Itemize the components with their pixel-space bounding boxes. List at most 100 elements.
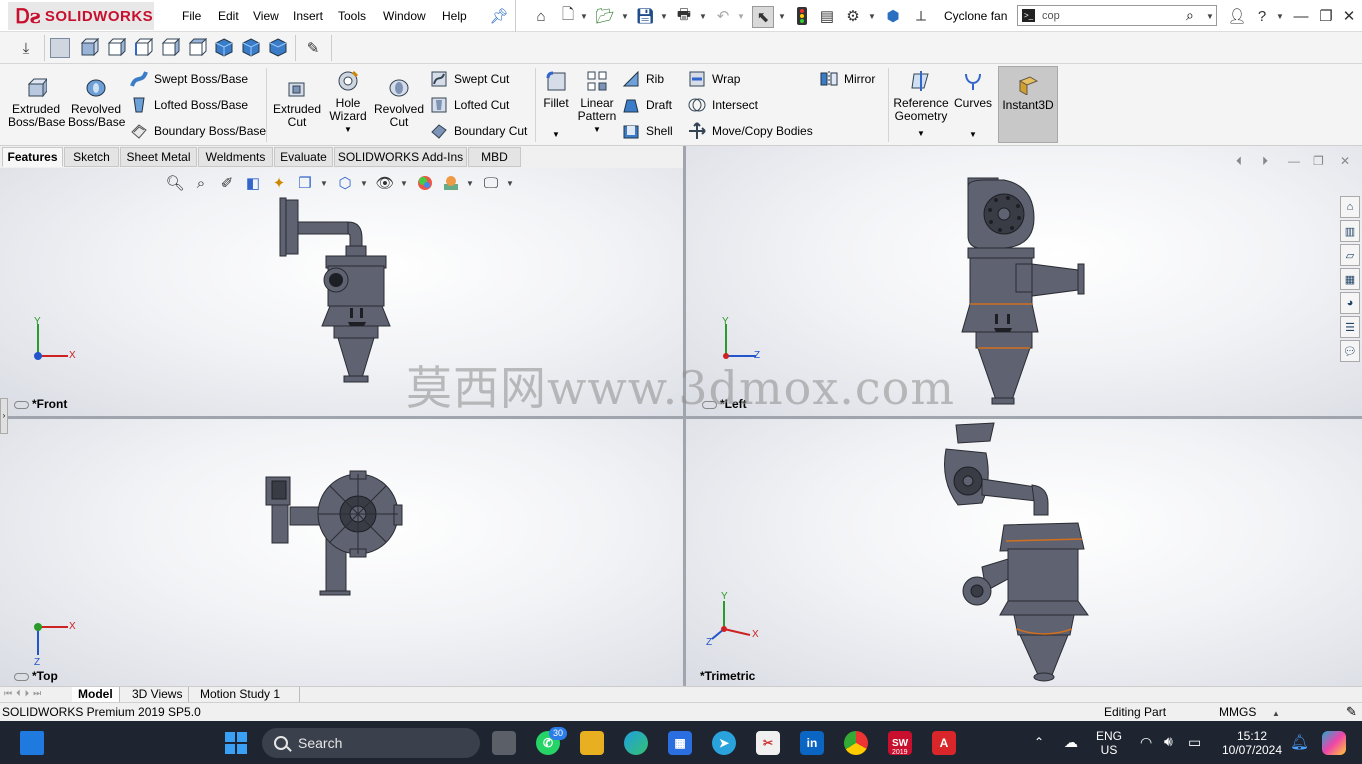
file-properties-icon[interactable]: ▤	[818, 7, 836, 25]
right-view-icon[interactable]	[160, 38, 180, 58]
chevron-down-icon[interactable]: ▼	[660, 12, 668, 21]
rebuild-traffic-light-icon[interactable]	[793, 7, 811, 25]
linear-pattern-button[interactable]: Linear Pattern ▼	[576, 70, 618, 136]
file-explorer-icon[interactable]: ▱	[1340, 244, 1360, 266]
top-view-icon[interactable]	[187, 38, 207, 58]
viewport-close-icon[interactable]: ✕	[1340, 154, 1350, 168]
chevron-down-icon[interactable]: ▼	[576, 123, 618, 136]
reference-geometry-button[interactable]: Reference Geometry ▼	[892, 70, 950, 140]
extruded-boss-button[interactable]: Extruded Boss/Base	[8, 76, 65, 129]
back-view-icon[interactable]	[106, 38, 126, 58]
edit-appearance-icon[interactable]	[416, 174, 434, 192]
swept-boss-button[interactable]: Swept Boss/Base	[130, 70, 248, 88]
chevron-down-icon[interactable]: ▼	[320, 179, 328, 188]
mirror-button[interactable]: Mirror	[820, 70, 875, 88]
shell-button[interactable]: Shell	[622, 122, 673, 140]
tab-scroll-arrows-icon[interactable]: ⏮⏴⏵⏭	[4, 688, 45, 699]
volume-icon[interactable]: 🔊︎	[1164, 733, 1173, 750]
bottom-view-icon[interactable]	[214, 38, 234, 58]
chevron-down-icon[interactable]: ▼	[400, 179, 408, 188]
clock[interactable]: 15:12 10/07/2024	[1218, 729, 1286, 757]
chevron-down-icon[interactable]: ▼	[1206, 12, 1214, 21]
user-icon[interactable]: 👤︎	[1227, 7, 1246, 25]
3d-cube-icon[interactable]: ⬢	[884, 7, 902, 25]
telegram-icon[interactable]: ➤	[712, 731, 736, 755]
customize-status-icon[interactable]: ✎	[1346, 704, 1357, 720]
chevron-down-icon[interactable]: ▼	[360, 179, 368, 188]
display-style-icon[interactable]: ⬡	[336, 174, 354, 192]
menu-edit[interactable]: Edit	[218, 9, 239, 23]
hide-show-items-icon[interactable]: 👁︎	[375, 174, 394, 192]
link-views-icon[interactable]	[14, 400, 29, 409]
standard-view-cube-icon[interactable]	[50, 38, 70, 58]
wifi-icon[interactable]: ◠	[1140, 734, 1152, 751]
swept-cut-button[interactable]: Swept Cut	[430, 70, 509, 88]
feature-manager-expand-handle[interactable]: ›	[0, 398, 8, 434]
tab-evaluate[interactable]: Evaluate	[274, 147, 333, 167]
select-pointer-icon[interactable]: ⬉	[752, 6, 774, 28]
link-views-icon[interactable]	[14, 672, 29, 681]
tab-model[interactable]: Model	[72, 687, 120, 702]
home-icon[interactable]: ⌂	[532, 7, 550, 25]
tab-features[interactable]: Features	[2, 147, 63, 167]
custom-properties-icon[interactable]: ☰	[1340, 316, 1360, 338]
print-icon[interactable]: 🖶︎	[675, 6, 693, 25]
chevron-down-icon[interactable]: ▼	[506, 179, 514, 188]
help-icon[interactable]: ?	[1253, 7, 1271, 25]
start-windows-icon[interactable]	[224, 731, 248, 755]
move-copy-bodies-button[interactable]: Move/Copy Bodies	[688, 122, 813, 140]
solidworks-logo[interactable]: Ꭰƨ SOLIDWORKS	[8, 2, 154, 30]
instant3d-button[interactable]: Instant3D	[998, 66, 1058, 143]
forum-icon[interactable]: 💬︎	[1340, 340, 1360, 362]
battery-icon[interactable]: ▭	[1188, 734, 1201, 751]
solidworks-resources-icon[interactable]: ⌂	[1340, 196, 1360, 218]
language-indicator[interactable]: ENG US	[1096, 729, 1122, 757]
search-input[interactable]	[1042, 8, 1192, 23]
previous-view-icon[interactable]: ✐	[218, 174, 236, 192]
save-icon[interactable]: 💾︎	[635, 7, 654, 25]
undo-icon[interactable]: ↶	[714, 7, 732, 25]
search-icon[interactable]: ⌕	[1186, 7, 1194, 24]
minimize-icon[interactable]: —	[1292, 7, 1310, 25]
chevron-down-icon[interactable]: ▼	[737, 12, 745, 21]
viewport-restore-icon[interactable]: ❐	[1313, 154, 1324, 168]
chevron-up-icon[interactable]: ▲	[1272, 709, 1280, 718]
tab-weldments[interactable]: Weldments	[198, 147, 273, 167]
pin-icon[interactable]: 📌︎	[489, 7, 508, 25]
intersect-button[interactable]: Intersect	[688, 96, 758, 114]
lofted-cut-button[interactable]: Lofted Cut	[430, 96, 509, 114]
view-palette-icon[interactable]: ▦	[1340, 268, 1360, 290]
menu-tools[interactable]: Tools	[338, 9, 366, 23]
tab-sheet-metal[interactable]: Sheet Metal	[120, 147, 197, 167]
chevron-up-icon[interactable]: ⌃	[1034, 735, 1044, 749]
new-document-icon[interactable]: 🗋︎	[559, 6, 577, 25]
autocad-icon[interactable]: A	[932, 731, 956, 755]
viewport-top[interactable]: X Z *Top	[0, 419, 683, 686]
restore-icon[interactable]: ❐	[1317, 7, 1335, 25]
draft-button[interactable]: Draft	[622, 96, 672, 114]
chevron-down-icon[interactable]: ▼	[892, 127, 950, 140]
measure-icon[interactable]: ⟂	[912, 7, 930, 25]
lofted-boss-button[interactable]: Lofted Boss/Base	[130, 96, 248, 114]
chevron-down-icon[interactable]: ▼	[621, 12, 629, 21]
open-folder-icon[interactable]: 📂︎	[595, 7, 614, 25]
left-view-icon[interactable]	[133, 38, 153, 58]
design-library-icon[interactable]: ▥	[1340, 220, 1360, 242]
menu-window[interactable]: Window	[383, 9, 426, 23]
view-orientation-icon[interactable]: ❒	[296, 174, 314, 192]
file-explorer-icon[interactable]	[580, 731, 604, 755]
zoom-to-area-icon[interactable]: ⌕	[192, 174, 210, 192]
chevron-down-icon[interactable]: ▼	[324, 123, 372, 136]
zoom-to-fit-icon[interactable]: 🔍︎	[165, 174, 184, 192]
viewport-trimetric[interactable]: Y X Z *Trimetric	[686, 419, 1362, 686]
edge-browser-icon[interactable]	[624, 731, 648, 755]
chevron-down-icon[interactable]: ▼	[466, 179, 474, 188]
chrome-icon[interactable]	[844, 731, 868, 755]
viewport-nav-left-icon[interactable]: ⏴	[1236, 154, 1242, 169]
widgets-icon[interactable]	[20, 731, 44, 755]
snipping-tool-icon[interactable]: ✂	[756, 731, 780, 755]
network-cloud-icon[interactable]: ☁	[1064, 734, 1078, 751]
boundary-boss-button[interactable]: Boundary Boss/Base	[130, 122, 266, 140]
tab-solidworks-add-ins[interactable]: SOLIDWORKS Add-Ins	[334, 147, 467, 167]
revolved-boss-button[interactable]: Revolved Boss/Base	[68, 76, 125, 129]
